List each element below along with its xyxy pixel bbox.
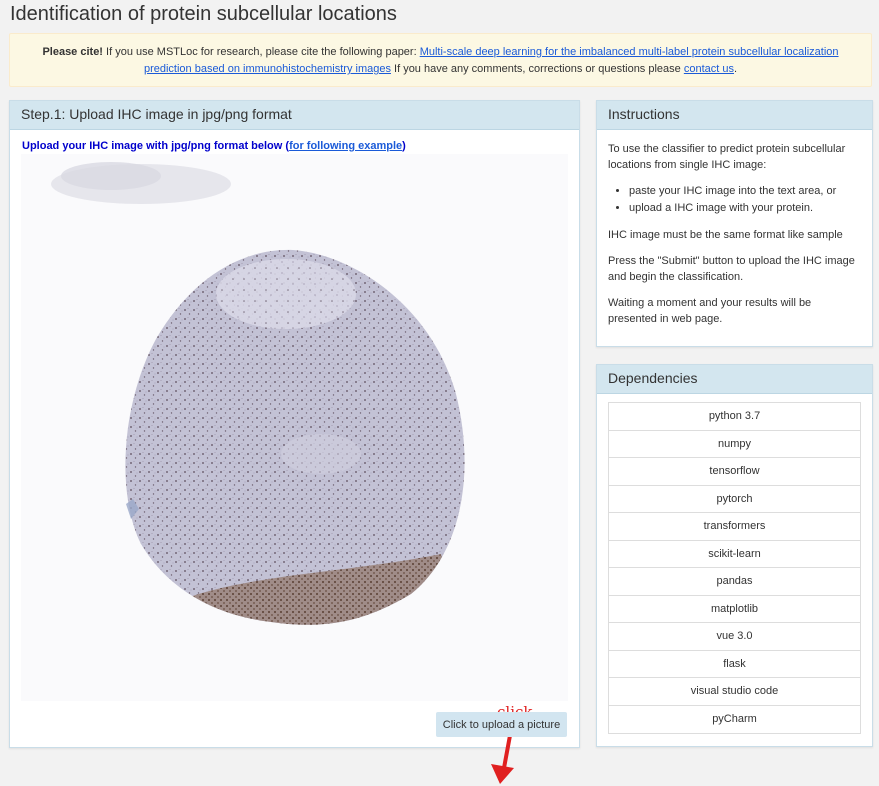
dependency-item: pytorch [609, 486, 860, 513]
instructions-panel: Instructions To use the classifier to pr… [596, 100, 873, 347]
dependency-item: visual studio code [609, 678, 860, 706]
dependencies-heading: Dependencies [597, 365, 872, 394]
example-link[interactable]: for following example [289, 140, 402, 152]
instructions-submit-info: Press the "Submit" button to upload the … [608, 255, 855, 283]
instructions-bullet-paste: paste your IHC image into the text area,… [629, 183, 861, 200]
dependency-item: matplotlib [609, 596, 860, 623]
instructions-heading: Instructions [597, 101, 872, 130]
citation-alert: Please cite! If you use MSTLoc for resea… [9, 33, 872, 87]
dependency-item: transformers [609, 513, 860, 541]
contact-link[interactable]: contact us [684, 63, 734, 75]
ihc-tissue-image [21, 154, 568, 701]
citation-text: If you use MSTLoc for research, please c… [102, 46, 420, 58]
dependency-item: flask [609, 651, 860, 678]
citation-period: . [733, 63, 738, 75]
dependency-item: python 3.7 [609, 403, 860, 431]
instructions-format-note: IHC image must be the same format like s… [608, 229, 843, 241]
dependency-item: tensorflow [609, 458, 860, 486]
dependency-item: vue 3.0 [609, 623, 860, 651]
upload-hint: Upload your IHC image with jpg/png forma… [22, 140, 406, 152]
dependency-item: pandas [609, 568, 860, 596]
instructions-intro: To use the classifier to predict protein… [608, 143, 846, 171]
citation-lead: Please cite! [42, 46, 103, 58]
upload-panel-heading: Step.1: Upload IHC image in jpg/png form… [10, 101, 579, 130]
upload-picture-button[interactable]: Click to upload a picture [436, 712, 567, 737]
dependency-item: numpy [609, 431, 860, 458]
upload-panel: Step.1: Upload IHC image in jpg/png form… [9, 100, 580, 784]
upload-hint-text: Upload your IHC image with jpg/png forma… [22, 140, 290, 152]
instructions-wait-info: Waiting a moment and your results will b… [608, 297, 812, 325]
dependency-item: pyCharm [712, 712, 757, 725]
ihc-image-preview[interactable] [21, 154, 568, 701]
citation-contact-text: If you have any comments, corrections or… [390, 63, 684, 75]
dependency-item: scikit-learn [609, 541, 860, 568]
dependencies-list: python 3.7 numpy tensorflow pytorch tran… [608, 402, 861, 734]
instructions-bullet-upload: upload a IHC image with your protein. [629, 200, 861, 217]
dependencies-panel: Dependencies python 3.7 numpy tensorflow… [596, 364, 873, 747]
page-title: Identification of protein subcellular lo… [10, 3, 397, 25]
instructions-list: paste your IHC image into the text area,… [608, 183, 861, 217]
upload-hint-close: ) [402, 140, 406, 152]
